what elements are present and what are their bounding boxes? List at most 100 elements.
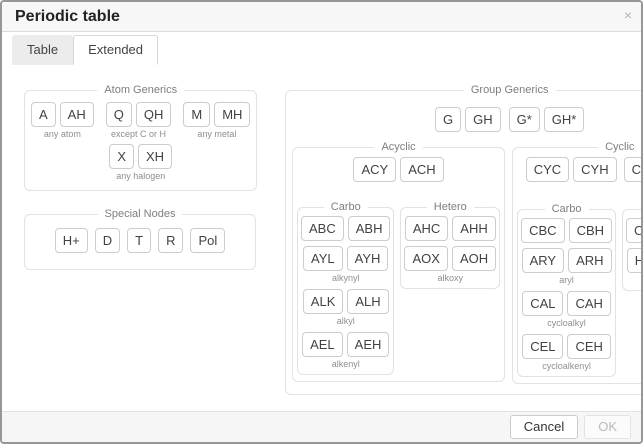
atom-generics-legend: Atom Generics bbox=[97, 84, 184, 96]
button-qh[interactable]: QH bbox=[136, 102, 172, 127]
periodic-table-dialog: Periodic table × TableExtended Atom Gene… bbox=[0, 0, 643, 444]
tab-extended[interactable]: Extended bbox=[73, 35, 158, 65]
ok-button[interactable]: OK bbox=[584, 415, 631, 439]
acyclic-carbo-fieldset: Carbo ABC ABH AYL bbox=[297, 201, 394, 375]
button-ah[interactable]: AH bbox=[60, 102, 94, 127]
cyclic-fieldset: Cyclic CYC CYH CXX bbox=[512, 141, 643, 384]
button-gh[interactable]: GH bbox=[465, 107, 501, 132]
button-cyh[interactable]: CYH bbox=[573, 157, 616, 182]
acyclic-legend: Acyclic bbox=[374, 141, 422, 153]
cancel-button[interactable]: Cancel bbox=[510, 415, 578, 439]
button-cxx[interactable]: CXX bbox=[624, 157, 643, 182]
pair-any-atom: A AH any atom bbox=[31, 102, 94, 140]
button-cel[interactable]: CEL bbox=[522, 334, 563, 359]
button-cyc[interactable]: CYC bbox=[526, 157, 569, 182]
button-ahc[interactable]: AHC bbox=[405, 216, 448, 241]
atom-generics-row-2: X XH any halogen bbox=[31, 144, 250, 186]
button-aoh[interactable]: AOH bbox=[452, 246, 496, 271]
button-abh[interactable]: ABH bbox=[348, 216, 391, 241]
button-alk[interactable]: ALK bbox=[303, 289, 344, 314]
button-arh[interactable]: ARH bbox=[568, 248, 611, 273]
button-ary[interactable]: ARY bbox=[522, 248, 565, 273]
cyclic-carbo-legend: Carbo bbox=[545, 203, 589, 215]
button-cbh[interactable]: CBH bbox=[569, 218, 612, 243]
button-xh[interactable]: XH bbox=[138, 144, 172, 169]
atom-generics-fieldset: Atom Generics A AH any atom Q QH bbox=[24, 84, 257, 191]
button-m[interactable]: M bbox=[183, 102, 210, 127]
button-alh[interactable]: ALH bbox=[347, 289, 388, 314]
caption-cycloalkenyl: cycloalkenyl bbox=[542, 361, 591, 372]
cyclic-hetero-fieldset: Hetero CHC CHH HAR bbox=[622, 203, 643, 291]
tab-table[interactable]: Table bbox=[12, 35, 73, 65]
button-har[interactable]: HAR bbox=[627, 248, 643, 273]
acyclic-carbo-legend: Carbo bbox=[324, 201, 368, 213]
button-a[interactable]: A bbox=[31, 102, 56, 127]
acyclic-fieldset: Acyclic ACY ACH Carbo bbox=[292, 141, 505, 382]
button-ayh[interactable]: AYH bbox=[347, 246, 389, 271]
button-h-plus[interactable]: H+ bbox=[55, 228, 88, 253]
button-g[interactable]: G bbox=[435, 107, 461, 132]
atom-generics-row-1: A AH any atom Q QH except C or H bbox=[31, 102, 250, 144]
group-generics-top-row: G GH G* GH* bbox=[292, 107, 643, 132]
caption-alkynyl: alkynyl bbox=[332, 273, 360, 284]
special-nodes-row: H+ D T R Pol bbox=[31, 228, 249, 253]
tab-bar: TableExtended bbox=[2, 32, 641, 65]
button-ahh[interactable]: AHH bbox=[452, 216, 495, 241]
pair-alkyl: ALK ALH alkyl bbox=[301, 289, 390, 327]
acyclic-hetero-fieldset: Hetero AHC AHH AOX bbox=[400, 201, 500, 289]
caption-alkyl: alkyl bbox=[337, 316, 355, 327]
caption-cycloalkyl: cycloalkyl bbox=[547, 318, 586, 329]
group-generics-columns: Acyclic ACY ACH Carbo bbox=[292, 141, 643, 386]
pair-cbc: CBC CBH bbox=[521, 218, 612, 243]
caption-aryl: aryl bbox=[559, 275, 574, 286]
pair-alkynyl: AYL AYH alkynyl bbox=[301, 246, 390, 284]
button-t[interactable]: T bbox=[127, 228, 151, 253]
special-nodes-fieldset: Special Nodes H+ D T R Pol bbox=[24, 208, 256, 270]
button-q[interactable]: Q bbox=[106, 102, 132, 127]
button-ayl[interactable]: AYL bbox=[303, 246, 343, 271]
close-icon[interactable]: × bbox=[624, 8, 632, 22]
left-column: Atom Generics A AH any atom Q QH bbox=[24, 84, 256, 270]
button-cal[interactable]: CAL bbox=[522, 291, 563, 316]
pair-chc: CHC CHH bbox=[626, 218, 643, 243]
button-acy[interactable]: ACY bbox=[353, 157, 396, 182]
group-generics-legend: Group Generics bbox=[464, 84, 556, 96]
button-ceh[interactable]: CEH bbox=[567, 334, 610, 359]
special-nodes-legend: Special Nodes bbox=[98, 208, 183, 220]
cyclic-carbo-fieldset: Carbo CBC CBH ARY bbox=[517, 203, 616, 377]
button-ach[interactable]: ACH bbox=[400, 157, 443, 182]
button-chc[interactable]: CHC bbox=[626, 218, 643, 243]
button-aox[interactable]: AOX bbox=[404, 246, 447, 271]
caption-alkenyl: alkenyl bbox=[332, 359, 360, 370]
pair-hetero-aryl: HAR HAH hetero aryl bbox=[626, 248, 643, 286]
button-abc[interactable]: ABC bbox=[301, 216, 344, 241]
button-aeh[interactable]: AEH bbox=[347, 332, 390, 357]
button-cbc[interactable]: CBC bbox=[521, 218, 564, 243]
pair-cycloalkenyl: CEL CEH cycloalkenyl bbox=[521, 334, 612, 372]
button-cah[interactable]: CAH bbox=[567, 291, 610, 316]
button-g-star[interactable]: G* bbox=[509, 107, 540, 132]
caption-any-halogen: any halogen bbox=[116, 171, 165, 182]
button-x[interactable]: X bbox=[109, 144, 134, 169]
button-pol[interactable]: Pol bbox=[190, 228, 225, 253]
button-mh[interactable]: MH bbox=[214, 102, 250, 127]
acyclic-top-pair: ACY ACH bbox=[297, 157, 500, 197]
pair-aryl: ARY ARH aryl bbox=[521, 248, 612, 286]
acyclic-subcolumns: Carbo ABC ABH AYL bbox=[297, 201, 500, 375]
dialog-title: Periodic table bbox=[15, 8, 120, 25]
button-ael[interactable]: AEL bbox=[302, 332, 343, 357]
pair-except-c-or-h: Q QH except C or H bbox=[106, 102, 172, 140]
pair-any-metal: M MH any metal bbox=[183, 102, 250, 140]
button-gh-star[interactable]: GH* bbox=[544, 107, 585, 132]
button-r[interactable]: R bbox=[158, 228, 183, 253]
button-d[interactable]: D bbox=[95, 228, 120, 253]
caption-any-metal: any metal bbox=[197, 129, 236, 140]
caption-any-atom: any atom bbox=[44, 129, 81, 140]
pair-no-carbon: CXX CXH no carbon bbox=[624, 157, 643, 195]
caption-except-c-or-h: except C or H bbox=[111, 129, 166, 140]
pair-cycloalkyl: CAL CAH cycloalkyl bbox=[521, 291, 612, 329]
pair-any-halogen: X XH any halogen bbox=[109, 144, 172, 182]
dialog-footer: Cancel OK bbox=[2, 411, 641, 442]
pair-ahc: AHC AHH bbox=[404, 216, 496, 241]
group-generics-fieldset: Group Generics G GH G* GH* Acyclic bbox=[285, 84, 643, 395]
